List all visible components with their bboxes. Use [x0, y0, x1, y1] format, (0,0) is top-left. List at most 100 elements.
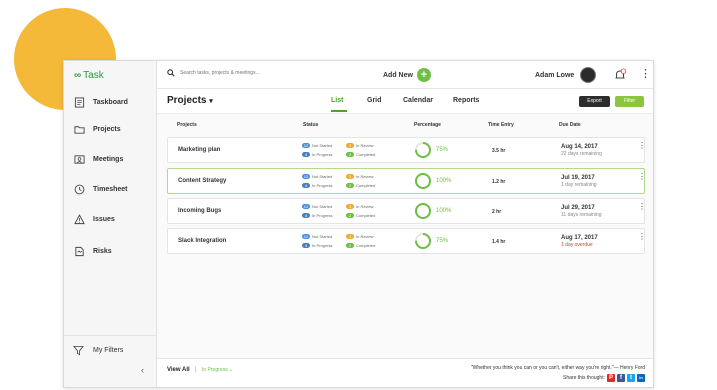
my-filters[interactable]: My Filters — [64, 335, 157, 365]
more-menu-icon[interactable]: ⋮ — [640, 67, 651, 81]
row-menu-icon[interactable]: ⋮ — [638, 141, 646, 150]
filter-button[interactable]: Filter — [615, 96, 644, 107]
time-entry: 1.2 hr — [492, 179, 506, 185]
meetings-icon — [74, 154, 85, 164]
progress-ring — [415, 203, 431, 219]
search-input[interactable] — [180, 70, 290, 76]
count-badge: 4 — [302, 242, 310, 248]
column-header-status[interactable]: Status — [303, 122, 318, 128]
percentage-value: 75% — [436, 147, 449, 153]
status-label: Not Started — [312, 233, 333, 239]
sidebar-item-risks[interactable]: Risks — [74, 244, 112, 258]
sidebar-item-label: Meetings — [93, 155, 124, 163]
status-label: In Review — [356, 233, 374, 239]
in-progress-filter[interactable]: In Progress ⌄ — [202, 367, 233, 373]
due-date-cell: Aug 17, 2017 1 day overdue — [561, 235, 598, 248]
tab-calendar[interactable]: Calendar — [403, 97, 433, 104]
clock-icon — [74, 184, 85, 194]
sidebar-item-timesheet[interactable]: Timesheet — [74, 182, 128, 196]
notification-bell-icon[interactable] — [613, 68, 627, 82]
warning-icon — [74, 213, 85, 224]
due-date: Jul 19, 2017 — [561, 175, 595, 181]
percentage-cell: 75% — [414, 141, 448, 159]
user-menu[interactable]: Adam Lowe — [535, 67, 597, 83]
status-group: 3 In Review 2 Completed — [346, 173, 375, 188]
logo-mark-icon: ∞ — [74, 69, 81, 81]
row-menu-icon[interactable]: ⋮ — [638, 172, 646, 181]
days-remaining: 1 day overdue — [561, 242, 593, 248]
avatar[interactable] — [580, 67, 597, 83]
days-remaining: 11 days remaining — [561, 212, 602, 218]
column-header-time-entry[interactable]: Time Entry — [488, 122, 514, 128]
quote-text: "Whether you think you can or you can't,… — [470, 365, 645, 371]
footer-separator: | — [195, 367, 197, 373]
status-label: In Progress — [312, 242, 333, 248]
tab-grid[interactable]: Grid — [367, 97, 381, 104]
column-header-due-date[interactable]: Due Date — [559, 122, 581, 128]
due-date-cell: Jul 29, 2017 11 days remaining — [561, 205, 602, 218]
sidebar-item-issues[interactable]: Issues — [74, 212, 115, 226]
top-bar: Add New + Adam Lowe ⋮ — [157, 61, 653, 89]
count-badge: 2 — [346, 151, 354, 157]
days-remaining: 1 day remaining — [561, 182, 597, 188]
count-badge: 3 — [346, 203, 354, 209]
brand-logo[interactable]: ∞ Task — [74, 68, 104, 82]
filter-icon — [73, 345, 84, 356]
facebook-icon[interactable]: f — [617, 374, 625, 382]
status-label: Not Started — [312, 142, 333, 148]
add-new-button[interactable]: Add New + — [383, 68, 431, 82]
status-label: Completed — [356, 151, 376, 157]
in-progress-label: In Progress — [202, 367, 228, 373]
folder-icon — [74, 125, 85, 134]
percentage-cell: 100% — [414, 202, 451, 220]
count-badge: 4 — [302, 151, 310, 157]
sidebar-item-meetings[interactable]: Meetings — [74, 152, 123, 166]
tab-list[interactable]: List — [331, 97, 343, 104]
project-name[interactable]: Content Strategy — [178, 178, 226, 184]
count-badge: 12 — [302, 203, 310, 209]
page-title-text: Projects — [167, 95, 207, 106]
share-bar: Share this thought: Pf t in — [563, 374, 645, 382]
row-menu-icon[interactable]: ⋮ — [638, 202, 646, 211]
page-title[interactable]: Projects ▾ — [167, 95, 213, 106]
row-menu-icon[interactable]: ⋮ — [638, 232, 646, 241]
column-header-percentage[interactable]: Percentage — [414, 122, 441, 128]
chevron-down-icon: ⌄ — [228, 367, 234, 373]
sidebar-item-label: Risks — [93, 247, 112, 255]
sidebar-item-taskboard[interactable]: Taskboard — [74, 95, 128, 109]
status-label: In Progress — [312, 212, 333, 218]
project-name[interactable]: Incoming Bugs — [178, 208, 221, 214]
pinterest-icon[interactable]: P — [607, 374, 615, 382]
view-all-link[interactable]: View All — [167, 367, 190, 373]
status-group: 3 In Review 2 Completed — [346, 142, 375, 157]
table-row[interactable]: Content Strategy 12 Not Started 4 In Progr… — [167, 168, 646, 194]
project-name[interactable]: Marketing plan — [178, 147, 220, 153]
collapse-sidebar-icon[interactable]: ‹ — [141, 365, 144, 375]
count-badge: 3 — [346, 142, 354, 148]
column-header-projects[interactable]: Projects — [177, 122, 197, 128]
risk-icon — [75, 246, 84, 256]
days-remaining: 22 days remaining — [561, 151, 602, 157]
percentage-cell: 100% — [414, 172, 451, 190]
brand-name: Task — [83, 69, 104, 81]
social-icons: Pf t in — [607, 374, 645, 382]
linkedin-icon[interactable]: in — [637, 374, 645, 382]
status-group: 12 Not Started 4 In Progress — [302, 173, 332, 188]
count-badge: 3 — [346, 173, 354, 179]
tab-reports[interactable]: Reports — [453, 97, 479, 104]
table-row[interactable]: Incoming Bugs 12 Not Started 4 In Progress… — [167, 198, 646, 224]
status-group: 12 Not Started 4 In Progress — [302, 142, 332, 157]
table-row[interactable]: Slack Integration 12 Not Started 4 In Prog… — [167, 228, 646, 254]
add-new-label: Add New — [383, 71, 413, 79]
export-button[interactable]: Export — [579, 96, 610, 107]
count-badge: 3 — [346, 233, 354, 239]
sidebar-item-projects[interactable]: Projects — [74, 122, 121, 136]
table-row[interactable]: Marketing plan 12 Not Started 4 In Progres… — [167, 137, 646, 163]
twitter-icon[interactable]: t — [627, 374, 635, 382]
due-date: Jul 29, 2017 — [561, 205, 595, 211]
status-label: In Progress — [312, 151, 333, 157]
due-date: Aug 14, 2017 — [561, 144, 598, 150]
project-name[interactable]: Slack Integration — [178, 238, 226, 244]
share-label: Share this thought: — [563, 375, 605, 381]
progress-ring — [415, 233, 431, 249]
